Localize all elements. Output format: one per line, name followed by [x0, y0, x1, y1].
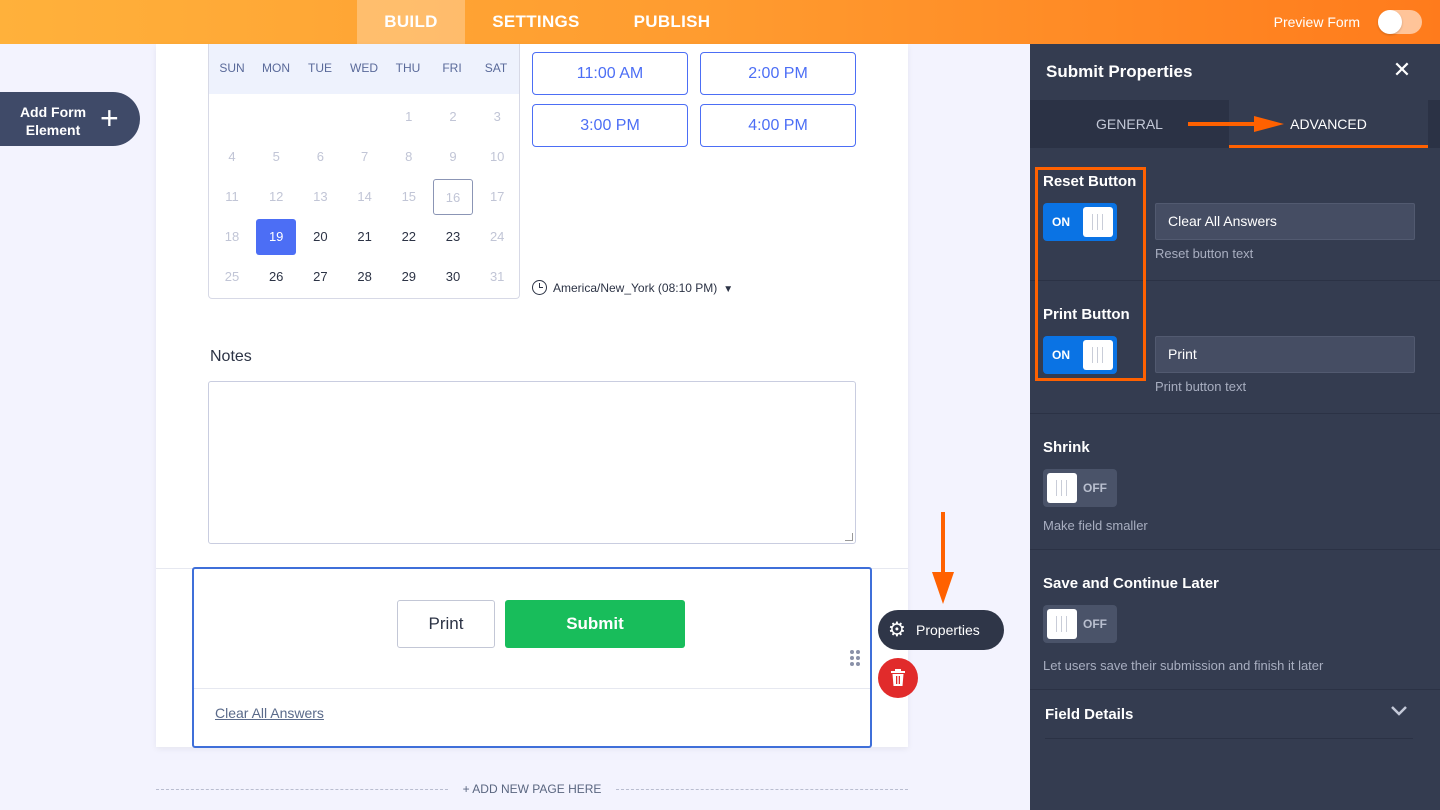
calendar-day[interactable]: 21 — [345, 219, 385, 255]
calendar-day: 6 — [316, 149, 324, 164]
save-continue-description: Let users save their submission and fini… — [1043, 658, 1324, 673]
divider — [1045, 738, 1413, 739]
weekday-label: SUN — [219, 61, 245, 75]
trash-icon — [891, 669, 905, 686]
annotation-arrow-down-icon — [932, 512, 954, 604]
preview-form-toggle[interactable] — [1378, 10, 1422, 34]
calendar-day: 11 — [225, 189, 239, 204]
add-new-page-divider[interactable]: + ADD NEW PAGE HERE — [156, 780, 908, 800]
calendar-day[interactable]: 23 — [433, 219, 473, 255]
calendar-day-selected[interactable]: 19 — [256, 219, 297, 255]
calendar-day[interactable]: 29 — [389, 259, 429, 295]
notes-label: Notes — [210, 348, 252, 365]
reset-button-text-description: Reset button text — [1155, 246, 1254, 261]
weekday-label: FRI — [442, 61, 462, 75]
calendar-day[interactable]: 30 — [433, 259, 473, 295]
weekday-label: SAT — [484, 61, 508, 75]
dashed-line — [616, 789, 908, 790]
field-details-header[interactable]: Field Details — [1045, 706, 1133, 723]
calendar-day[interactable]: 26 — [256, 259, 296, 295]
toggle-knob — [1047, 473, 1077, 503]
weekday-label: WED — [350, 61, 378, 75]
plus-icon: + — [100, 100, 119, 136]
weekday-label: TUE — [308, 61, 332, 75]
submit-element-selected[interactable]: Print Submit Clear All Answers — [192, 567, 872, 748]
properties-label: Properties — [916, 622, 980, 638]
calendar-day: 5 — [272, 149, 280, 164]
delete-element-button[interactable] — [878, 658, 918, 698]
calendar-day: 18 — [224, 229, 240, 244]
calendar-day: 25 — [224, 269, 240, 284]
save-continue-toggle[interactable]: OFF — [1043, 605, 1117, 643]
submit-button[interactable]: Submit — [505, 600, 685, 648]
resize-handle-icon[interactable] — [845, 533, 853, 541]
print-button[interactable]: Print — [397, 600, 495, 648]
add-form-element-button[interactable]: Add Form Element + — [0, 92, 140, 146]
tab-build[interactable]: BUILD — [357, 0, 465, 44]
calendar-day: 12 — [268, 189, 284, 204]
timezone-label: America/New_York (08:10 PM) — [553, 281, 718, 295]
toggle-knob — [1047, 609, 1077, 639]
weekday-label: MON — [262, 61, 290, 75]
clock-icon — [532, 280, 547, 295]
calendar-day: 4 — [228, 149, 236, 164]
reset-button-text-input[interactable]: Clear All Answers — [1155, 203, 1415, 240]
calendar-weekday-header: SUN MON TUE WED THU FRI SAT — [209, 44, 519, 94]
toggle-state-label: OFF — [1083, 481, 1107, 495]
calendar-day-today: 16 — [433, 179, 473, 215]
calendar-day[interactable]: 27 — [300, 259, 340, 295]
notes-textarea[interactable] — [208, 381, 856, 544]
shrink-description: Make field smaller — [1043, 518, 1148, 533]
calendar-day: 31 — [489, 269, 505, 284]
print-button-text-input[interactable]: Print — [1155, 336, 1415, 373]
add-form-element-label: Add Form Element — [19, 104, 87, 138]
calendar-day: 7 — [360, 149, 369, 164]
time-slot-button[interactable]: 4:00 PM — [700, 104, 856, 147]
weekday-label: THU — [395, 61, 421, 75]
drag-handle-icon[interactable] — [850, 650, 862, 666]
tab-settings[interactable]: SETTINGS — [480, 0, 592, 44]
calendar-day: 10 — [489, 149, 505, 164]
print-button-text-description: Print button text — [1155, 379, 1247, 394]
calendar-day: 14 — [357, 189, 372, 204]
time-slot-button[interactable]: 2:00 PM — [700, 52, 856, 95]
preview-form-label: Preview Form — [1273, 14, 1360, 30]
chevron-down-icon[interactable] — [1390, 702, 1408, 720]
tab-publish[interactable]: PUBLISH — [622, 0, 722, 44]
divider — [194, 688, 870, 689]
calendar-day: 1 — [405, 109, 413, 124]
calendar-day: 3 — [493, 109, 501, 124]
annotation-arrow-right-icon — [1188, 116, 1284, 132]
shrink-label: Shrink — [1043, 439, 1090, 456]
gear-icon: ⚙ — [888, 619, 906, 641]
calendar-day: 17 — [489, 189, 505, 204]
toggle-state-label: OFF — [1083, 617, 1107, 631]
annotation-highlight-box — [1035, 167, 1146, 381]
calendar-day: 2 — [449, 109, 457, 124]
calendar-day: 8 — [405, 149, 413, 164]
toggle-knob — [1378, 10, 1402, 34]
save-continue-label: Save and Continue Later — [1043, 575, 1219, 592]
shrink-toggle[interactable]: OFF — [1043, 469, 1117, 507]
calendar-day: 15 — [401, 189, 417, 204]
calendar-day: 13 — [313, 189, 328, 204]
caret-down-icon: ▼ — [723, 284, 734, 295]
calendar-day: 9 — [449, 149, 457, 164]
clear-all-answers-link[interactable]: Clear All Answers — [215, 705, 324, 721]
calendar-day: 24 — [489, 229, 505, 244]
close-icon[interactable]: ✕ — [1392, 58, 1412, 82]
properties-button[interactable]: ⚙ Properties — [878, 610, 1004, 650]
add-new-page-label: + ADD NEW PAGE HERE — [462, 782, 602, 796]
dashed-line — [156, 789, 448, 790]
calendar-day[interactable]: 28 — [345, 259, 385, 295]
time-slot-button[interactable]: 11:00 AM — [532, 52, 688, 95]
time-slot-button[interactable]: 3:00 PM — [532, 104, 688, 147]
calendar-day[interactable]: 20 — [300, 219, 340, 255]
timezone-selector[interactable]: America/New_York (08:10 PM) ▼ — [532, 279, 733, 299]
panel-title: Submit Properties — [1046, 62, 1193, 81]
appointment-calendar: SUN MON TUE WED THU FRI SAT 1 2 3 4 5 6 7 8 9 10 1… — [208, 44, 520, 299]
top-navigation-bar: BUILD SETTINGS PUBLISH Preview Form — [0, 0, 1440, 44]
calendar-day[interactable]: 22 — [389, 219, 429, 255]
